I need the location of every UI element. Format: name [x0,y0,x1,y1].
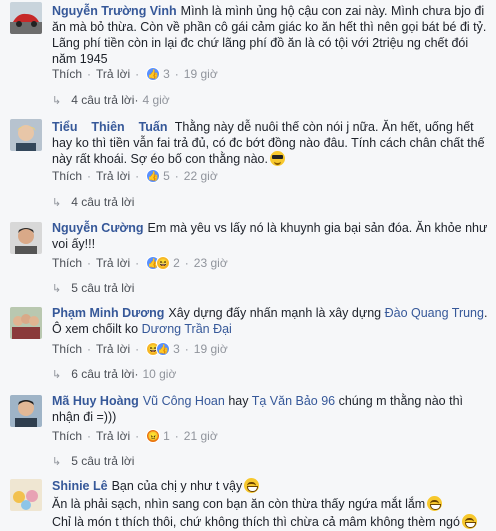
comment-actions: Thích · Trả lời · 👍 5 · 22 giờ [52,169,218,183]
avatar[interactable] [10,395,42,427]
comment-author[interactable]: Phạm Minh Dương [52,306,164,320]
comment-text: Ăn là phải sạch, nhìn sang con bạn ăn cò… [52,497,426,511]
comment-author[interactable]: Tiểu Thiên Tuấn [52,120,168,134]
avatar[interactable] [10,307,42,339]
comment-body: Tiểu Thiên Tuấn Thằng này dễ nuôi thế cò… [52,119,488,167]
view-replies-link[interactable]: ↳ 5 câu trả lời [52,281,134,295]
reply-arrow-icon: ↳ [52,94,62,107]
mention-link[interactable]: Đào Quang Trung [385,306,484,320]
reply-arrow-icon: ↳ [52,455,62,468]
comment-text: Bạn của chị y như t vậy [111,479,243,493]
avatar[interactable] [10,119,42,151]
like-link[interactable]: Thích [52,429,82,443]
comment-text: Chỉ là món t thích thôi, chứ không thích… [52,515,460,529]
like-link[interactable]: Thích [52,256,82,270]
reaction-summary[interactable]: 👍 5 [146,169,170,183]
haha-reaction-icon: 😆 [156,256,171,270]
grin-emoji-icon [461,514,477,529]
reaction-summary[interactable]: 😆 👍 3 [146,342,180,356]
comment-author[interactable]: Mã Huy Hoàng [52,394,139,408]
grin-emoji-icon [244,478,260,493]
comment-actions: Thích · Trả lời · 😆 👍 3 · 19 giờ [52,342,228,356]
comment-body: Shinie Lê Bạn của chị y như t vậy Ăn là p… [52,477,488,531]
mention-link[interactable]: Tạ Văn Bảo 96 [252,394,335,408]
avatar[interactable] [10,2,42,34]
reply-link[interactable]: Trả lời [96,429,130,443]
like-reaction-icon: 👍 [146,67,161,81]
comment-text: Xây dựng đấy nhấn mạnh là xây dựng [168,306,382,320]
avatar[interactable] [10,479,42,511]
comment-actions: Thích · Trả lời · 😠 1 · 21 giờ [52,429,218,443]
comment-time[interactable]: 22 giờ [184,169,218,183]
comment-time[interactable]: 19 giờ [184,67,218,81]
like-link[interactable]: Thích [52,169,82,183]
reply-arrow-icon: ↳ [52,368,62,381]
view-replies-link[interactable]: ↳ 6 câu trả lời · 10 giờ [52,367,176,381]
comment-author[interactable]: Nguyễn Trường Vinh [52,4,177,18]
reply-arrow-icon: ↳ [52,282,62,295]
reaction-summary[interactable]: 👍 😆 2 [146,256,180,270]
reply-link[interactable]: Trả lời [96,342,130,356]
comment-time[interactable]: 23 giờ [194,256,228,270]
comment-time[interactable]: 21 giờ [184,429,218,443]
view-replies-link[interactable]: ↳ 4 câu trả lời · 4 giờ [52,93,170,107]
comment-body: Nguyễn Cường Em mà yêu vs lấy nó là khuyn… [52,220,488,252]
reply-link[interactable]: Trả lời [96,256,130,270]
comment-author[interactable]: Nguyễn Cường [52,221,144,235]
angry-reaction-icon: 😠 [146,429,161,443]
comment-body: Mã Huy Hoàng Vũ Công Hoan hay Tạ Văn Bảo … [52,393,488,425]
comment-body: Nguyễn Trường Vinh Mình là mình ủng hộ cậ… [52,3,488,67]
view-replies-link[interactable]: ↳ 5 câu trả lời [52,454,134,468]
like-link[interactable]: Thích [52,67,82,81]
comment-author[interactable]: Shinie Lê [52,479,108,493]
mention-link[interactable]: Dương Trần Đại [142,322,232,336]
reply-link[interactable]: Trả lời [96,67,130,81]
reply-arrow-icon: ↳ [52,196,62,209]
comment-body: Phạm Minh Dương Xây dựng đấy nhấn mạnh là… [52,305,488,337]
like-reaction-icon: 👍 [146,169,161,183]
grin-emoji-icon [427,496,443,511]
comment-text: hay [228,394,249,408]
view-replies-link[interactable]: ↳ 4 câu trả lời [52,195,134,209]
comment-time[interactable]: 19 giờ [194,342,228,356]
cool-emoji-icon [270,151,285,166]
reaction-summary[interactable]: 👍 3 [146,67,170,81]
comment-actions: Thích · Trả lời · 👍 😆 2 · 23 giờ [52,256,228,270]
reply-link[interactable]: Trả lời [96,169,130,183]
reaction-summary[interactable]: 😠 1 [146,429,170,443]
mention-link[interactable]: Vũ Công Hoan [143,394,225,408]
like-link[interactable]: Thích [52,342,82,356]
like-reaction-icon: 👍 [156,342,171,356]
avatar[interactable] [10,222,42,254]
comment-actions: Thích · Trả lời · 👍 3 · 19 giờ [52,67,218,81]
